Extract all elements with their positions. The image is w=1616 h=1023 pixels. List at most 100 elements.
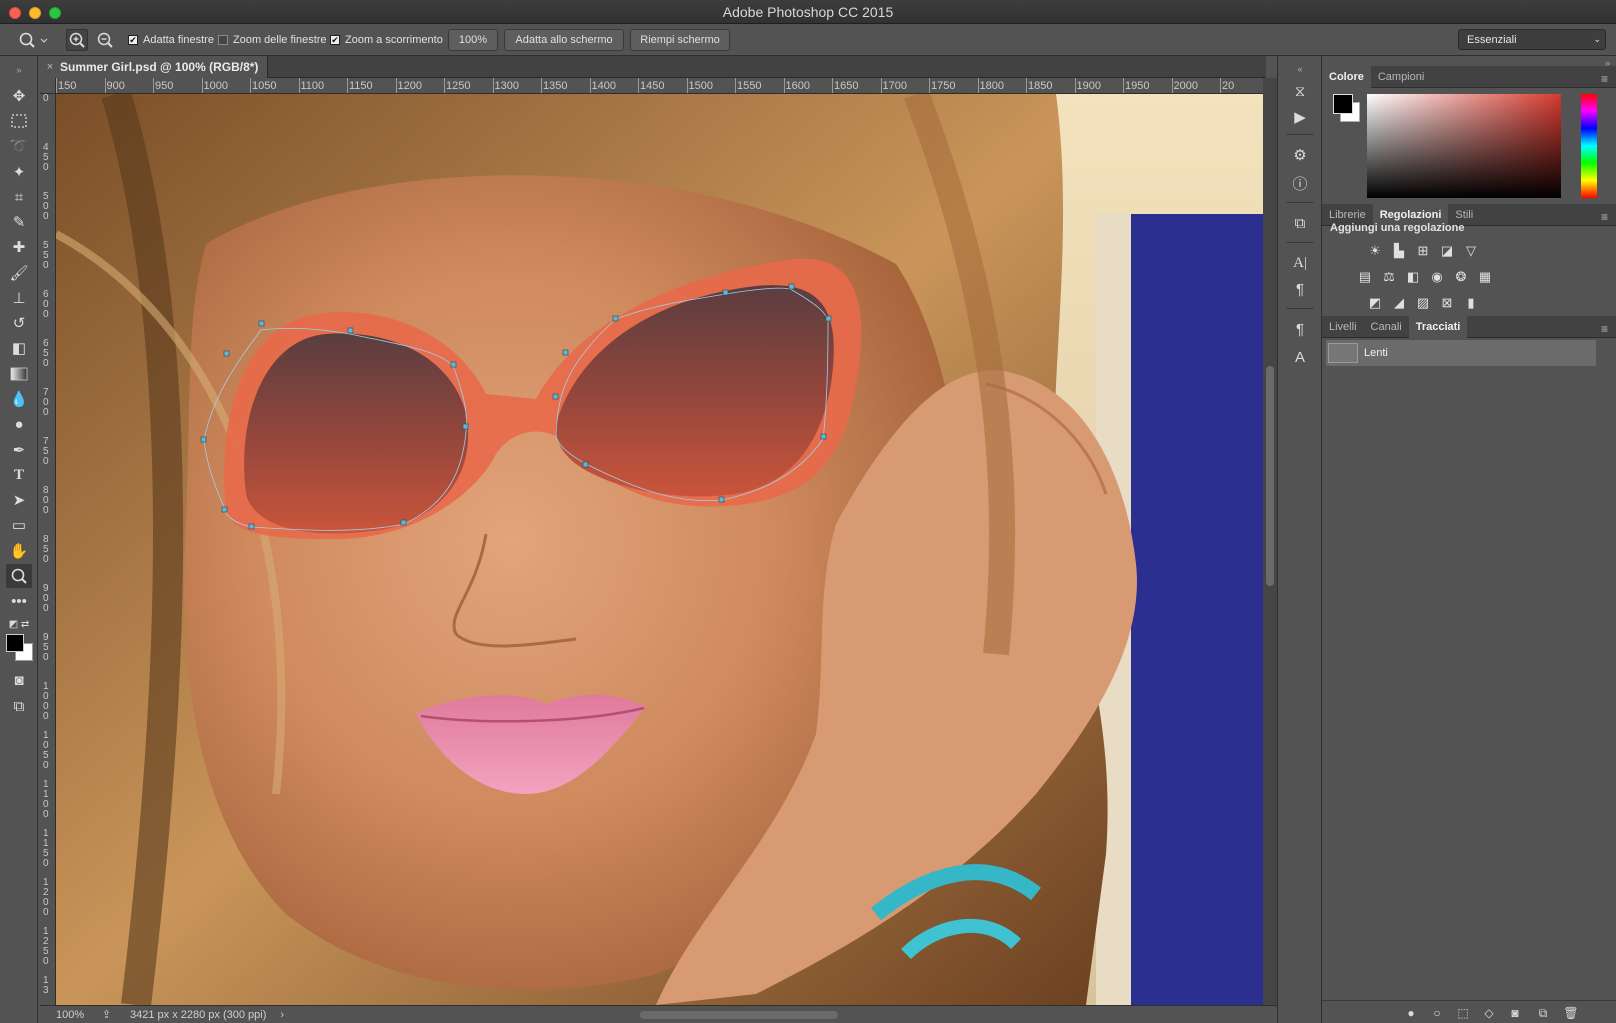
hand-tool-icon[interactable]: ✋ — [6, 539, 32, 563]
channel-mixer-icon[interactable]: ❂ — [1451, 268, 1471, 286]
zoom-tool-icon[interactable] — [6, 564, 32, 588]
expand-dock-icon[interactable]: « — [1288, 58, 1312, 80]
properties-panel-icon[interactable]: ⚙ — [1288, 144, 1312, 166]
zoom-in-button[interactable] — [66, 24, 88, 56]
invert-icon[interactable]: ◩ — [1365, 294, 1385, 312]
load-as-selection-icon[interactable]: ⬚ — [1454, 1004, 1472, 1022]
actions-panel-icon[interactable]: ▶ — [1288, 106, 1312, 128]
vertical-scroll-thumb[interactable] — [1266, 366, 1274, 586]
color-lookup-icon[interactable]: ▦ — [1475, 268, 1495, 286]
tab-campioni[interactable]: Campioni — [1371, 66, 1431, 88]
workspace-select[interactable]: Essenziali ⌄ — [1458, 29, 1606, 50]
ruler-origin[interactable] — [40, 78, 56, 94]
vertical-ruler[interactable]: 0 4 5 0 5 0 0 5 5 0 6 0 0 6 5 0 7 0 0 7 5 0 8 0 … — [40, 94, 56, 1005]
hue-saturation-icon[interactable]: ▤ — [1355, 268, 1375, 286]
curves-icon[interactable]: ⊞ — [1413, 242, 1433, 260]
foreground-background-swatch[interactable] — [6, 634, 34, 662]
black-white-icon[interactable]: ◧ — [1403, 268, 1423, 286]
vertical-scrollbar[interactable] — [1263, 78, 1277, 1005]
tool-preset-picker[interactable] — [18, 24, 48, 56]
quick-mask-icon[interactable]: ◙ — [6, 668, 32, 692]
new-path-icon[interactable]: ⧉ — [1534, 1004, 1552, 1022]
tab-livelli[interactable]: Livelli — [1322, 316, 1364, 338]
foreground-color-swatch[interactable] — [1333, 94, 1353, 114]
horizontal-ruler[interactable]: 150 900 950 1000 1050 1100 1150 1200 1250 1300 135… — [56, 78, 1263, 94]
dodge-tool-icon[interactable]: ● — [6, 412, 32, 436]
gradient-map-icon[interactable]: ▮ — [1461, 294, 1481, 312]
paragraph-styles-panel-icon[interactable]: ¶ — [1288, 318, 1312, 340]
resize-windows-checkbox[interactable]: ✔ Adatta finestre — [128, 24, 214, 56]
color-panel-tabs: Colore Campioni ≡ — [1322, 65, 1616, 88]
clone-source-panel-icon[interactable]: ⧉ — [1288, 212, 1312, 234]
zoom-all-windows-checkbox[interactable]: Zoom delle finestre — [218, 24, 327, 56]
eyedropper-tool-icon[interactable]: ✎ — [6, 210, 32, 234]
document-tab[interactable]: × Summer Girl.psd @ 100% (RGB/8*) — [40, 56, 268, 78]
document-canvas[interactable] — [56, 94, 1263, 1005]
clone-stamp-tool-icon[interactable]: ⊥ — [6, 286, 32, 310]
zoom-out-button[interactable] — [96, 24, 114, 56]
ruler-tick-label: 1300 — [494, 80, 519, 92]
lasso-tool-icon[interactable]: ➰ — [6, 134, 32, 158]
info-panel-icon[interactable]: ⓘ — [1288, 172, 1312, 194]
gradient-tool-icon[interactable] — [6, 362, 32, 386]
pen-tool-icon[interactable]: ✒ — [6, 438, 32, 462]
tab-colore[interactable]: Colore — [1322, 65, 1371, 88]
stroke-path-icon[interactable]: ○ — [1428, 1004, 1446, 1022]
scrubby-zoom-checkbox[interactable]: ✔ Zoom a scorrimento — [330, 24, 443, 56]
panel-menu-icon[interactable]: ≡ — [1601, 322, 1608, 336]
brush-tool-icon[interactable]: 🖌 — [6, 261, 32, 285]
crop-tool-icon[interactable]: ⌗ — [6, 185, 32, 209]
default-colors-icon[interactable]: ◩ ⇄ — [6, 612, 32, 636]
horizontal-scroll-thumb[interactable] — [640, 1011, 838, 1019]
paragraph-panel-icon[interactable]: ¶ — [1288, 278, 1312, 300]
color-balance-icon[interactable]: ⚖ — [1379, 268, 1399, 286]
ruler-tick-label: 1200 — [397, 80, 422, 92]
levels-icon[interactable]: ▙ — [1389, 242, 1409, 260]
photo-filter-icon[interactable]: ◉ — [1427, 268, 1447, 286]
eraser-tool-icon[interactable]: ◧ — [6, 336, 32, 360]
fill-path-icon[interactable]: ● — [1402, 1004, 1420, 1022]
ruler-tick-label: 1 3 — [43, 975, 49, 996]
character-panel-icon[interactable]: A| — [1288, 252, 1312, 274]
posterize-icon[interactable]: ◢ — [1389, 294, 1409, 312]
status-menu-arrow[interactable]: › — [280, 1009, 284, 1021]
move-tool-icon[interactable]: ✥ — [6, 84, 32, 108]
add-mask-icon[interactable]: ◙ — [1506, 1004, 1524, 1022]
character-styles-panel-icon[interactable]: A — [1288, 346, 1312, 368]
selective-color-icon[interactable]: ⊠ — [1437, 294, 1457, 312]
screen-mode-icon[interactable]: ⧉ — [6, 694, 32, 718]
ruler-mark — [1074, 78, 1076, 93]
vibrance-icon[interactable]: ▽ — [1461, 242, 1481, 260]
rectangle-tool-icon[interactable]: ▭ — [6, 513, 32, 537]
fill-screen-button[interactable]: Riempi schermo — [630, 29, 730, 51]
make-work-path-icon[interactable]: ◇ — [1480, 1004, 1498, 1022]
brightness-contrast-icon[interactable]: ☀ — [1365, 242, 1385, 260]
export-icon[interactable]: ⇪ — [102, 1008, 122, 1021]
ruler-mark — [686, 78, 688, 93]
collapse-toolbar-icon[interactable]: » — [6, 58, 32, 82]
history-brush-tool-icon[interactable]: ↺ — [6, 311, 32, 335]
marquee-tool-icon[interactable] — [6, 109, 32, 133]
history-panel-icon[interactable]: ⧖ — [1288, 80, 1312, 102]
close-tab-icon[interactable]: × — [40, 61, 60, 73]
more-tools-icon[interactable]: ••• — [6, 589, 32, 613]
type-tool-icon[interactable]: T — [6, 463, 32, 487]
tab-tracciati[interactable]: Tracciati — [1408, 315, 1468, 338]
hue-slider[interactable] — [1581, 94, 1597, 198]
healing-brush-tool-icon[interactable]: ✚ — [6, 235, 32, 259]
blur-tool-icon[interactable]: 💧 — [6, 387, 32, 411]
color-picker-field[interactable] — [1367, 94, 1561, 198]
zoom-percent-button[interactable]: 100% — [448, 29, 498, 51]
path-item[interactable]: Lenti — [1326, 340, 1596, 366]
fit-screen-button[interactable]: Adatta allo schermo — [504, 29, 624, 51]
delete-path-icon[interactable]: 🗑 — [1562, 1004, 1580, 1022]
path-selection-tool-icon[interactable]: ➤ — [6, 488, 32, 512]
panel-menu-icon[interactable]: ≡ — [1601, 72, 1608, 86]
tab-canali[interactable]: Canali — [1364, 316, 1409, 338]
exposure-icon[interactable]: ◪ — [1437, 242, 1457, 260]
magic-wand-tool-icon[interactable]: ✦ — [6, 160, 32, 184]
threshold-icon[interactable]: ▨ — [1413, 294, 1433, 312]
status-zoom[interactable]: 100% — [56, 1009, 96, 1021]
panel-menu-icon[interactable]: ≡ — [1601, 210, 1608, 224]
ruler-tick-label: 1350 — [543, 80, 568, 92]
